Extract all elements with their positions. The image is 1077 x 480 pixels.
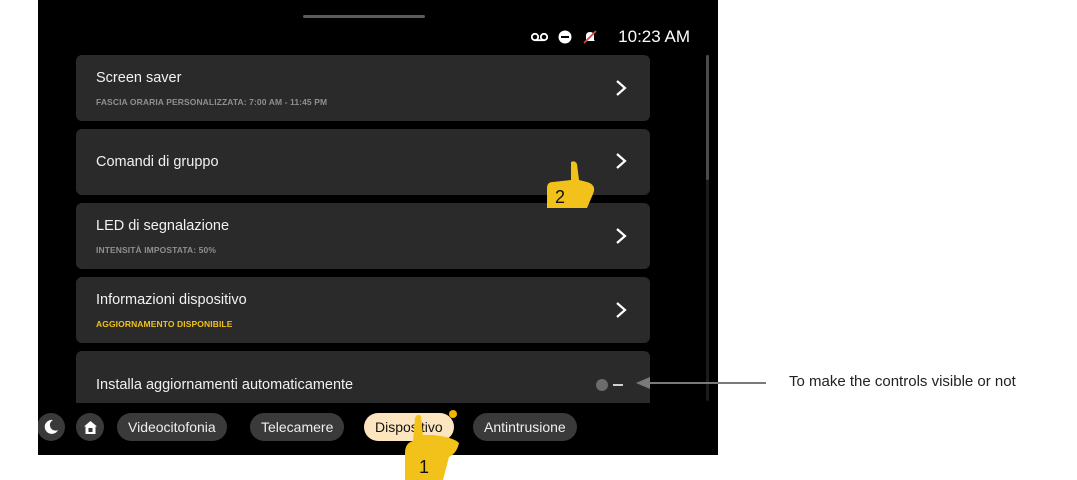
do-not-disturb-icon — [556, 30, 573, 44]
settings-list: Screen saver FASCIA ORARIA PERSONALIZZAT… — [76, 55, 650, 403]
chevron-right-icon — [616, 302, 627, 318]
callout-line — [650, 382, 766, 384]
mute-bell-icon — [581, 30, 598, 44]
chevron-right-icon — [616, 80, 627, 96]
scrollbar[interactable] — [706, 55, 709, 401]
auto-update-toggle[interactable] — [596, 379, 624, 391]
step-2-label: 2 — [555, 187, 565, 207]
bottom-nav: Videocitofonia Telecamere Dispositivo An… — [38, 410, 718, 444]
chevron-right-icon — [616, 228, 627, 244]
callout-text: To make the controls visible or not — [789, 373, 1016, 390]
home-button[interactable] — [76, 413, 104, 441]
chevron-right-icon — [616, 153, 627, 169]
tab-telecamere[interactable]: Telecamere — [250, 413, 345, 441]
setting-subtitle: INTENSITÀ IMPOSTATA: 50% — [96, 245, 216, 255]
step-1-label: 1 — [419, 457, 429, 477]
top-drag-handle[interactable] — [303, 15, 425, 18]
setting-title: Installa aggiornamenti automaticamente — [96, 377, 354, 393]
setting-title: LED di segnalazione — [96, 218, 230, 234]
status-bar: 10:23 AM — [531, 26, 690, 48]
setting-subtitle: FASCIA ORARIA PERSONALIZZATA: 7:00 AM - … — [96, 97, 328, 107]
setting-title: Screen saver — [96, 70, 182, 86]
toggle-knob — [596, 379, 608, 391]
device-screen: 10:23 AM Screen saver FASCIA ORARIA PERS… — [38, 0, 718, 455]
night-mode-button[interactable] — [38, 413, 65, 441]
tap-hand-icon-step-1: 1 — [405, 414, 459, 480]
setting-auto-update[interactable]: Installa aggiornamenti automaticamente — [76, 351, 650, 403]
update-available-label: AGGIORNAMENTO DISPONIBILE — [96, 319, 233, 329]
setting-screen-saver[interactable]: Screen saver FASCIA ORARIA PERSONALIZZAT… — [76, 55, 650, 121]
home-icon — [83, 420, 97, 434]
tab-antintrusione[interactable]: Antintrusione — [473, 413, 577, 441]
clock-time: 10:23 AM — [618, 27, 690, 46]
toggle-off-indicator — [613, 384, 623, 386]
voicemail-icon — [531, 30, 549, 44]
callout-arrowhead — [636, 377, 650, 389]
setting-title: Comandi di gruppo — [96, 154, 219, 170]
setting-title: Informazioni dispositivo — [96, 292, 247, 308]
scrollbar-thumb[interactable] — [706, 55, 709, 180]
tab-videocitofonia[interactable]: Videocitofonia — [117, 413, 227, 441]
setting-device-info[interactable]: Informazioni dispositivo AGGIORNAMENTO D… — [76, 277, 650, 343]
moon-icon — [44, 419, 58, 434]
tap-hand-icon-step-2: 2 — [547, 161, 595, 208]
